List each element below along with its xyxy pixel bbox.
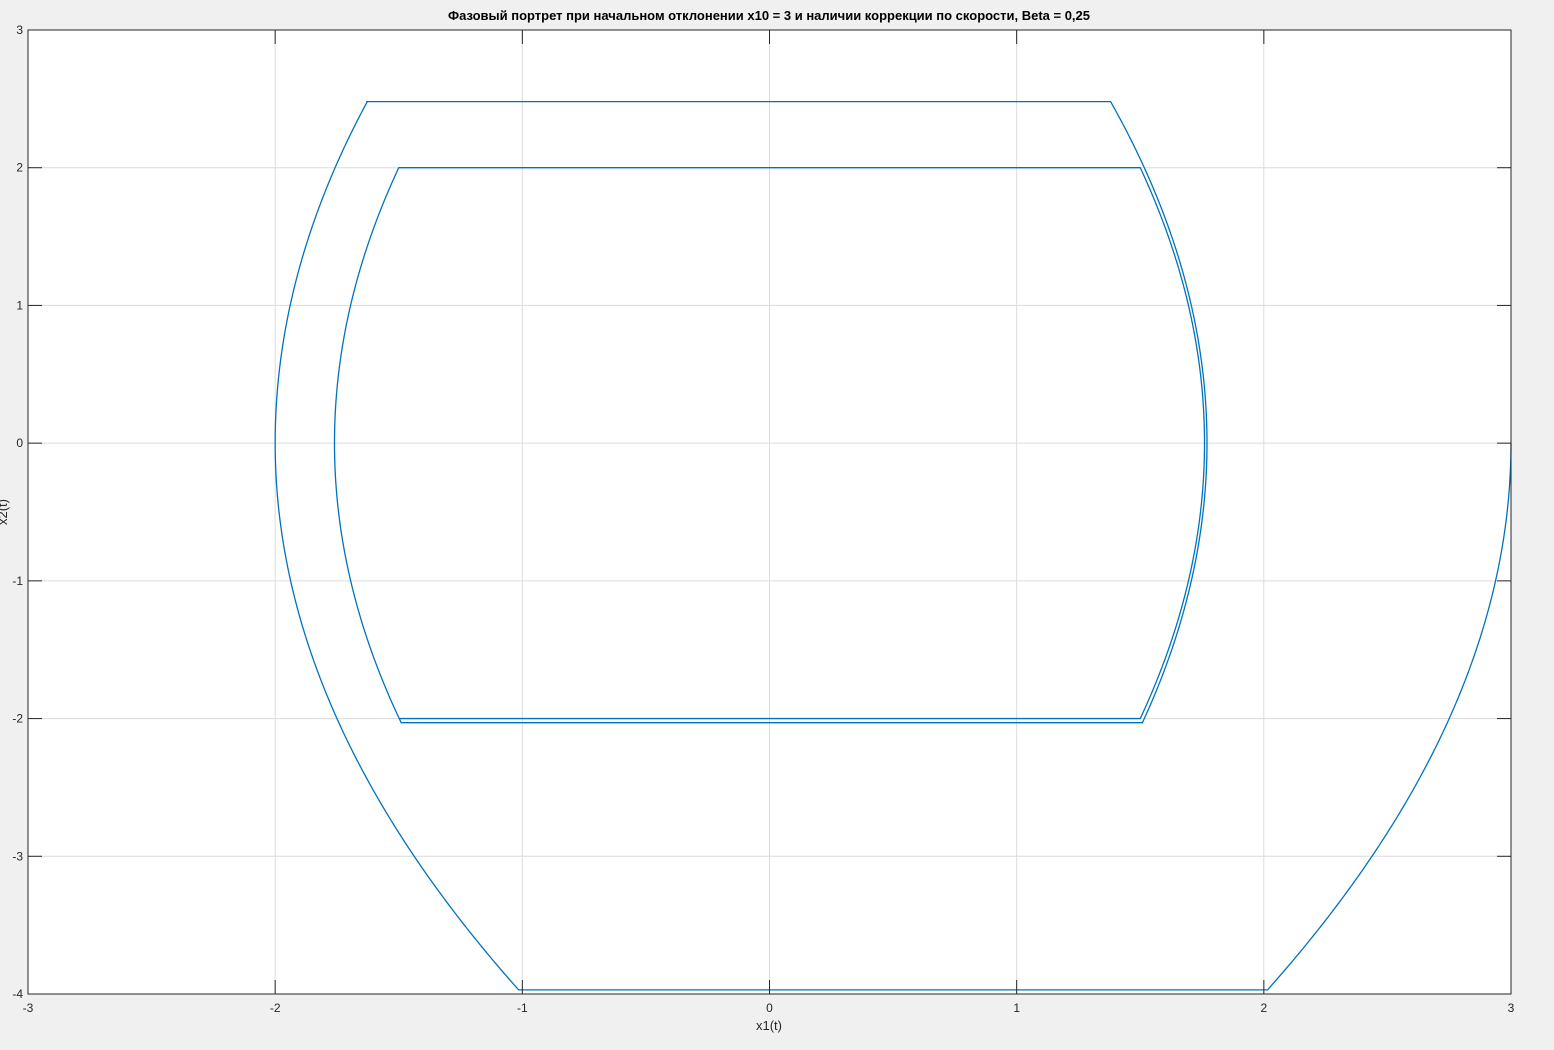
x-tick-label: -2 xyxy=(270,1001,281,1015)
y-tick-label: -4 xyxy=(12,987,23,1001)
x-tick-label: -1 xyxy=(517,1001,528,1015)
chart-title: Фазовый портрет при начальном отклонении… xyxy=(448,8,1090,23)
y-tick-label: 2 xyxy=(16,161,23,175)
x-tick-labels: -3 -2 -1 0 1 2 3 xyxy=(23,1001,1515,1015)
x-tick-label: -3 xyxy=(23,1001,34,1015)
x-tick-label: 2 xyxy=(1260,1001,1267,1015)
y-axis-label: x2(t) xyxy=(0,499,10,525)
y-tick-label: -1 xyxy=(12,574,23,588)
y-tick-label: 0 xyxy=(16,436,23,450)
x-tick-label: 3 xyxy=(1508,1001,1515,1015)
x-axis-label: x1(t) xyxy=(756,1018,782,1033)
y-tick-label: 3 xyxy=(16,23,23,37)
y-tick-labels: -4 -3 -2 -1 0 1 2 3 xyxy=(12,23,23,1001)
y-tick-label: -2 xyxy=(12,712,23,726)
y-tick-label: -3 xyxy=(12,849,23,863)
x-tick-label: 1 xyxy=(1013,1001,1020,1015)
y-tick-label: 1 xyxy=(16,298,23,312)
figure: -3 -2 -1 0 1 2 3 -4-3-2-10123 Фазовый портрет … xyxy=(0,8,1515,1033)
x-tick-label: 0 xyxy=(766,1001,773,1015)
